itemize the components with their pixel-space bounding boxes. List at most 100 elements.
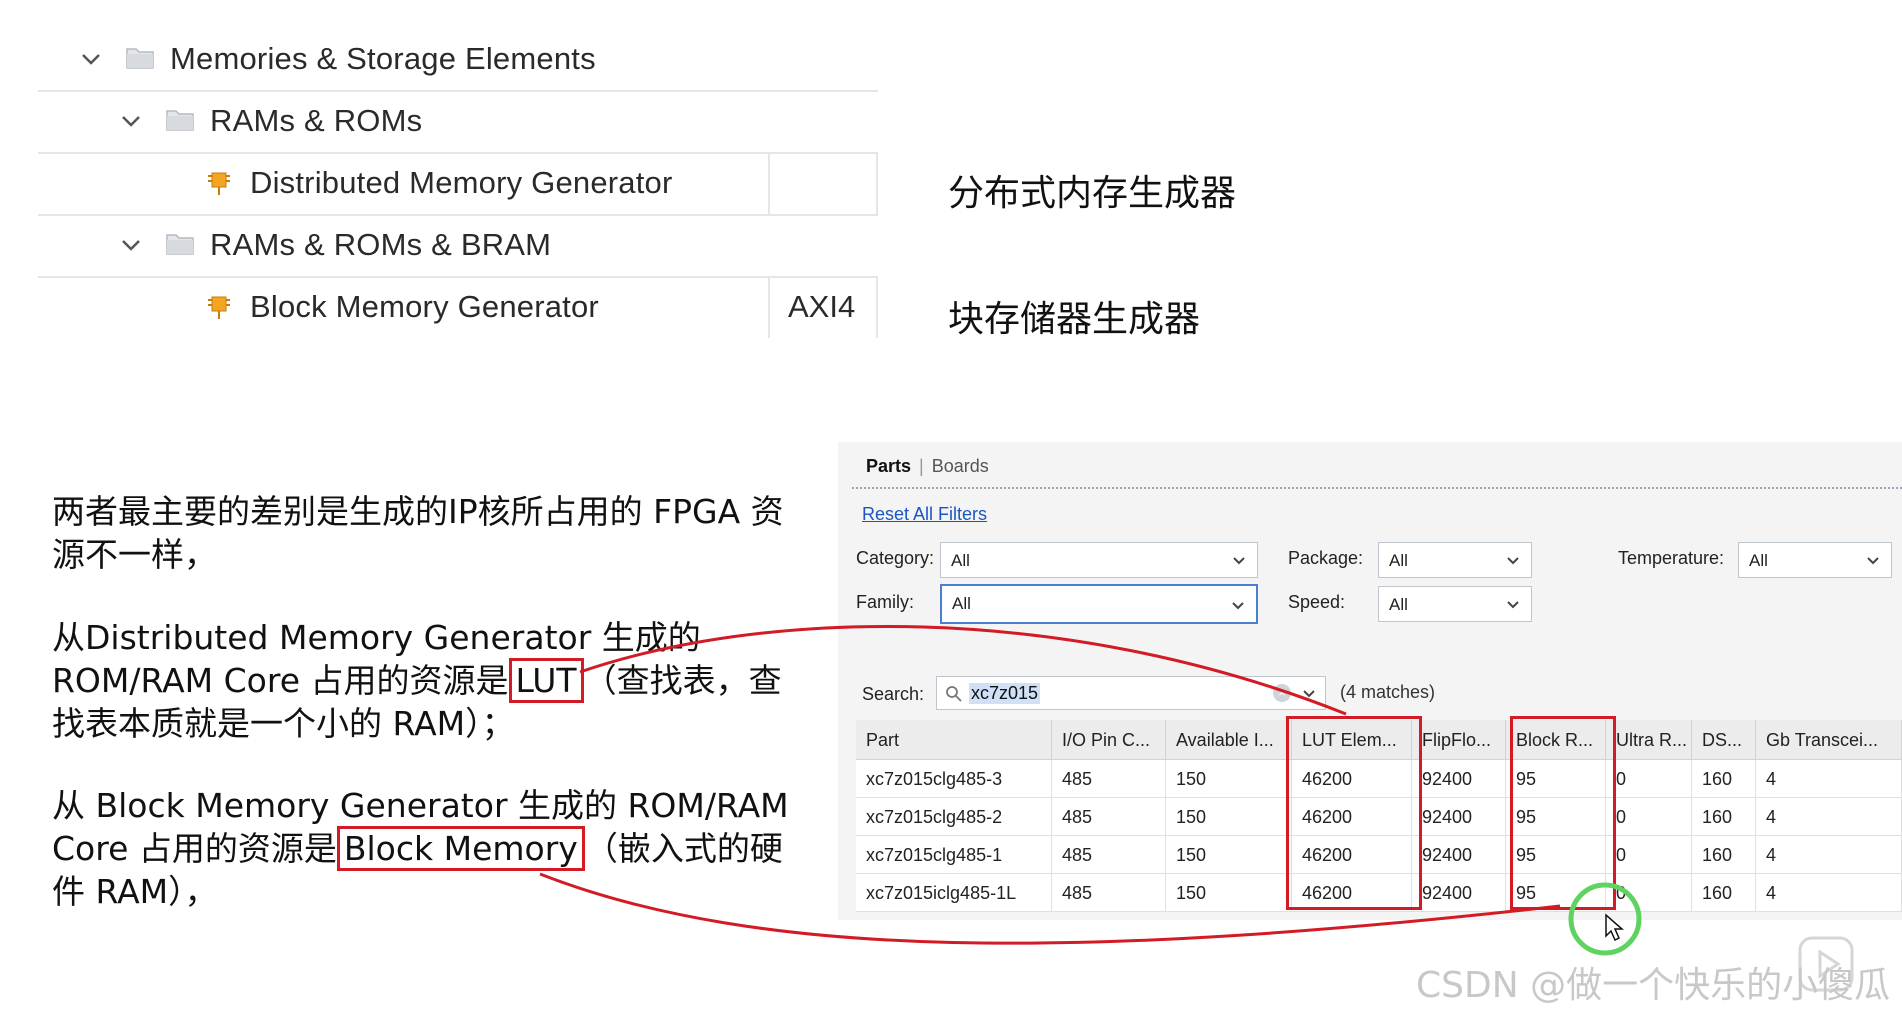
- tree-row-block-memory-generator[interactable]: Block Memory Generator AXI4: [38, 276, 878, 338]
- column-header[interactable]: FlipFlo...: [1412, 720, 1506, 760]
- cell-value: 92400: [1422, 845, 1473, 865]
- tree-row-rams-roms[interactable]: RAMs & ROMs: [38, 90, 878, 154]
- table-cell[interactable]: 485: [1052, 760, 1166, 798]
- folder-icon: [126, 48, 154, 69]
- cell-value: 150: [1176, 807, 1207, 827]
- package-value: All: [1389, 551, 1408, 570]
- cell-value: xc7z015iclg485-1L: [866, 883, 1017, 903]
- divider: [852, 487, 1902, 489]
- category-value: All: [951, 551, 970, 570]
- table-row[interactable]: xc7z015iclg485-1L: [856, 874, 1052, 912]
- table-cell[interactable]: 485: [1052, 836, 1166, 874]
- watermark: CSDN @做一个快乐的小傻瓜: [1416, 965, 1891, 1006]
- column-header-label: DS...: [1702, 730, 1743, 750]
- chevron-down-icon[interactable]: [1301, 686, 1317, 702]
- cell-value: 92400: [1422, 769, 1473, 789]
- block-memory-highlight: Block Memory: [336, 826, 585, 871]
- table-cell[interactable]: 92400: [1412, 836, 1506, 874]
- chevron-down-icon: [1507, 557, 1519, 565]
- table-row[interactable]: xc7z015clg485-3: [856, 760, 1052, 798]
- cell-value: 150: [1176, 845, 1207, 865]
- table-cell[interactable]: 4: [1756, 760, 1902, 798]
- lut-highlight: LUT: [508, 658, 584, 703]
- cell-value: 0: [1616, 769, 1627, 789]
- table-cell[interactable]: 4: [1756, 836, 1902, 874]
- table-row[interactable]: xc7z015clg485-1: [856, 836, 1052, 874]
- package-label: Package:: [1288, 548, 1364, 568]
- chevron-down-icon: [1867, 557, 1879, 565]
- tree-row-distributed-memory-generator[interactable]: Distributed Memory Generator: [38, 152, 878, 216]
- table-cell[interactable]: 150: [1166, 760, 1292, 798]
- table-cell[interactable]: 4: [1756, 874, 1902, 912]
- interface-label: AXI4: [788, 289, 856, 324]
- table-cell[interactable]: 160: [1692, 760, 1756, 798]
- reset-filters-link[interactable]: Reset All Filters: [862, 504, 987, 525]
- tab-parts[interactable]: Parts: [866, 456, 911, 476]
- table-cell[interactable]: 92400: [1412, 798, 1506, 836]
- column-header[interactable]: Available I...: [1166, 720, 1292, 760]
- chevron-down-icon: [1507, 601, 1519, 609]
- search-input[interactable]: xc7z015 ×: [936, 676, 1326, 710]
- chevron-down-icon: [1233, 557, 1245, 565]
- family-select[interactable]: All: [940, 584, 1258, 624]
- tree-row-memories-storage[interactable]: Memories & Storage Elements: [38, 28, 878, 92]
- column-header[interactable]: I/O Pin C...: [1052, 720, 1166, 760]
- table-row[interactable]: xc7z015clg485-2: [856, 798, 1052, 836]
- match-count: (4 matches): [1340, 682, 1436, 702]
- temperature-value: All: [1749, 551, 1768, 570]
- column-header-label: Part: [866, 730, 900, 750]
- package-select[interactable]: All: [1378, 542, 1532, 578]
- chevron-down-icon: [1232, 602, 1244, 610]
- cell-value: xc7z015clg485-2: [866, 807, 1003, 827]
- interface-cell: [768, 152, 878, 214]
- tree-label: Memories & Storage Elements: [170, 41, 596, 76]
- speed-select[interactable]: All: [1378, 586, 1532, 622]
- column-header-label: Gb Transcei...: [1766, 730, 1879, 750]
- cell-value: 485: [1062, 845, 1093, 865]
- cell-value: xc7z015clg485-3: [866, 769, 1003, 789]
- clear-icon[interactable]: ×: [1273, 684, 1291, 702]
- temperature-label: Temperature:: [1618, 548, 1725, 568]
- search-icon: [946, 686, 962, 702]
- category-select[interactable]: All: [940, 542, 1258, 578]
- tab-separator: |: [919, 456, 924, 476]
- table-cell[interactable]: 150: [1166, 874, 1292, 912]
- table-cell[interactable]: 150: [1166, 836, 1292, 874]
- tree-row-rams-roms-bram[interactable]: RAMs & ROMs & BRAM: [38, 214, 878, 278]
- table-cell[interactable]: 4: [1756, 798, 1902, 836]
- chevron-down-icon[interactable]: [118, 232, 144, 258]
- table-cell[interactable]: 485: [1052, 798, 1166, 836]
- family-label: Family:: [856, 592, 914, 612]
- tab-boards[interactable]: Boards: [932, 456, 989, 476]
- column-header[interactable]: Part: [856, 720, 1052, 760]
- category-label: Category:: [856, 548, 935, 568]
- table-cell[interactable]: 160: [1692, 798, 1756, 836]
- cell-value: 485: [1062, 883, 1093, 903]
- speed-label: Speed:: [1288, 592, 1346, 612]
- temperature-select[interactable]: All: [1738, 542, 1892, 578]
- table-cell[interactable]: 160: [1692, 836, 1756, 874]
- folder-icon: [166, 234, 194, 255]
- table-cell[interactable]: 0: [1606, 760, 1692, 798]
- table-cell[interactable]: 160: [1692, 874, 1756, 912]
- search-label: Search:: [862, 684, 925, 704]
- column-header-label: I/O Pin C...: [1062, 730, 1151, 750]
- cell-value: 485: [1062, 769, 1093, 789]
- table-cell[interactable]: 92400: [1412, 874, 1506, 912]
- table-cell[interactable]: 150: [1166, 798, 1292, 836]
- column-header[interactable]: DS...: [1692, 720, 1756, 760]
- cell-value: 160: [1702, 807, 1733, 827]
- chevron-down-icon[interactable]: [118, 108, 144, 134]
- table-cell[interactable]: 0: [1606, 836, 1692, 874]
- column-header-label: Available I...: [1176, 730, 1274, 750]
- cell-value: 160: [1702, 845, 1733, 865]
- explanation-p3: 从 Block Memory Generator 生成的 ROM/RAM Cor…: [52, 784, 812, 913]
- column-header[interactable]: Gb Transcei...: [1756, 720, 1902, 760]
- table-cell[interactable]: 485: [1052, 874, 1166, 912]
- cursor-highlight: [1568, 882, 1642, 956]
- table-cell[interactable]: 0: [1606, 798, 1692, 836]
- table-cell[interactable]: 92400: [1412, 760, 1506, 798]
- chevron-down-icon[interactable]: [78, 46, 104, 72]
- column-header[interactable]: Ultra R...: [1606, 720, 1692, 760]
- pointer-icon: [1605, 913, 1624, 942]
